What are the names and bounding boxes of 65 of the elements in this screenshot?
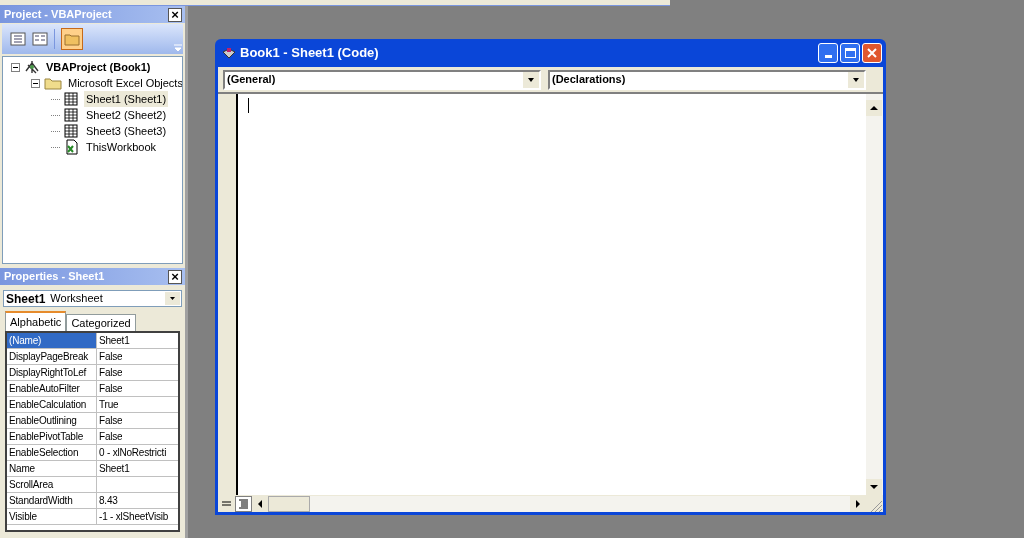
property-value[interactable]: True [97,397,119,412]
property-name[interactable]: StandardWidth [7,493,97,508]
module-icon [222,47,236,59]
property-name[interactable]: Visible [7,509,97,524]
tree-item[interactable]: Microsoft Excel Objects [66,74,182,92]
view-code-icon[interactable] [10,32,26,46]
property-name[interactable]: (Name) [7,333,97,348]
property-name[interactable]: EnableCalculation [7,397,97,412]
view-object-icon[interactable] [32,32,48,46]
property-value[interactable]: 8.43 [97,493,118,508]
property-name[interactable]: DisplayRightToLef [7,365,97,380]
scroll-up-icon[interactable] [866,100,882,116]
tree-item[interactable]: ThisWorkbook [84,138,159,156]
close-button[interactable]: × [168,7,182,22]
window-title: Book1 - Sheet1 (Code) [240,44,379,63]
property-value[interactable]: False [97,429,123,444]
property-name[interactable]: DisplayPageBreak [7,349,97,364]
combo-box[interactable]: (Declarations) [548,69,866,90]
project-icon [24,59,40,75]
property-value[interactable]: Sheet1 [97,333,130,348]
close-button[interactable]: × [168,269,182,284]
pane-title: Project - VBAProject [4,7,112,23]
collapse-toggle[interactable] [31,78,40,88]
close-icon [867,48,877,58]
object-type: Worksheet [50,291,103,307]
property-value[interactable]: False [97,365,123,380]
lines-icon [238,498,249,509]
maximize-button[interactable] [840,43,860,63]
text-cursor [248,98,249,113]
object-dropdown[interactable]: Sheet1 Worksheet [3,290,182,307]
property-value[interactable]: Sheet1 [97,461,130,476]
scroll-thumb[interactable] [268,495,310,512]
folder-toggle-icon[interactable] [61,28,83,50]
close-button[interactable] [862,43,882,63]
vertical-scrollbar[interactable] [866,94,883,495]
module-view-button[interactable] [235,495,252,512]
property-value[interactable]: False [97,349,123,364]
property-value[interactable]: False [97,381,123,396]
sheet-icon [64,108,80,122]
combo-box[interactable]: (General) [223,69,541,90]
scroll-down-icon[interactable] [866,479,882,495]
tree-item[interactable]: VBAProject (Book1) [44,58,153,76]
property-name[interactable]: EnablePivotTable [7,429,97,444]
sheet-icon [64,92,80,106]
object-name: Sheet1 [6,290,46,308]
property-value[interactable]: -1 - xlSheetVisib [97,509,169,524]
property-value[interactable]: False [97,413,123,428]
tab[interactable]: Categorized [66,314,136,331]
property-name[interactable]: Name [7,461,97,476]
property-value[interactable]: 0 - xlNoRestricti [97,445,167,460]
property-name[interactable]: EnableSelection [7,445,97,460]
folder-icon [44,76,62,90]
tab[interactable]: Alphabetic [5,311,67,331]
tree-item[interactable]: Sheet2 (Sheet2) [84,106,169,124]
sheet-icon [64,124,80,138]
tree-item[interactable]: Sheet3 (Sheet3) [84,122,169,140]
lines-icon [221,498,232,509]
tree-item[interactable]: Sheet1 (Sheet1) [84,90,169,108]
pane-title: Properties - Sheet1 [4,269,105,285]
property-name[interactable]: EnableOutlining [7,413,97,428]
minimize-button[interactable] [818,43,838,63]
collapse-toggle[interactable] [11,62,20,72]
property-name[interactable]: ScrollArea [7,477,97,492]
property-name[interactable]: EnableAutoFilter [7,381,97,396]
workbook-icon [64,139,80,155]
